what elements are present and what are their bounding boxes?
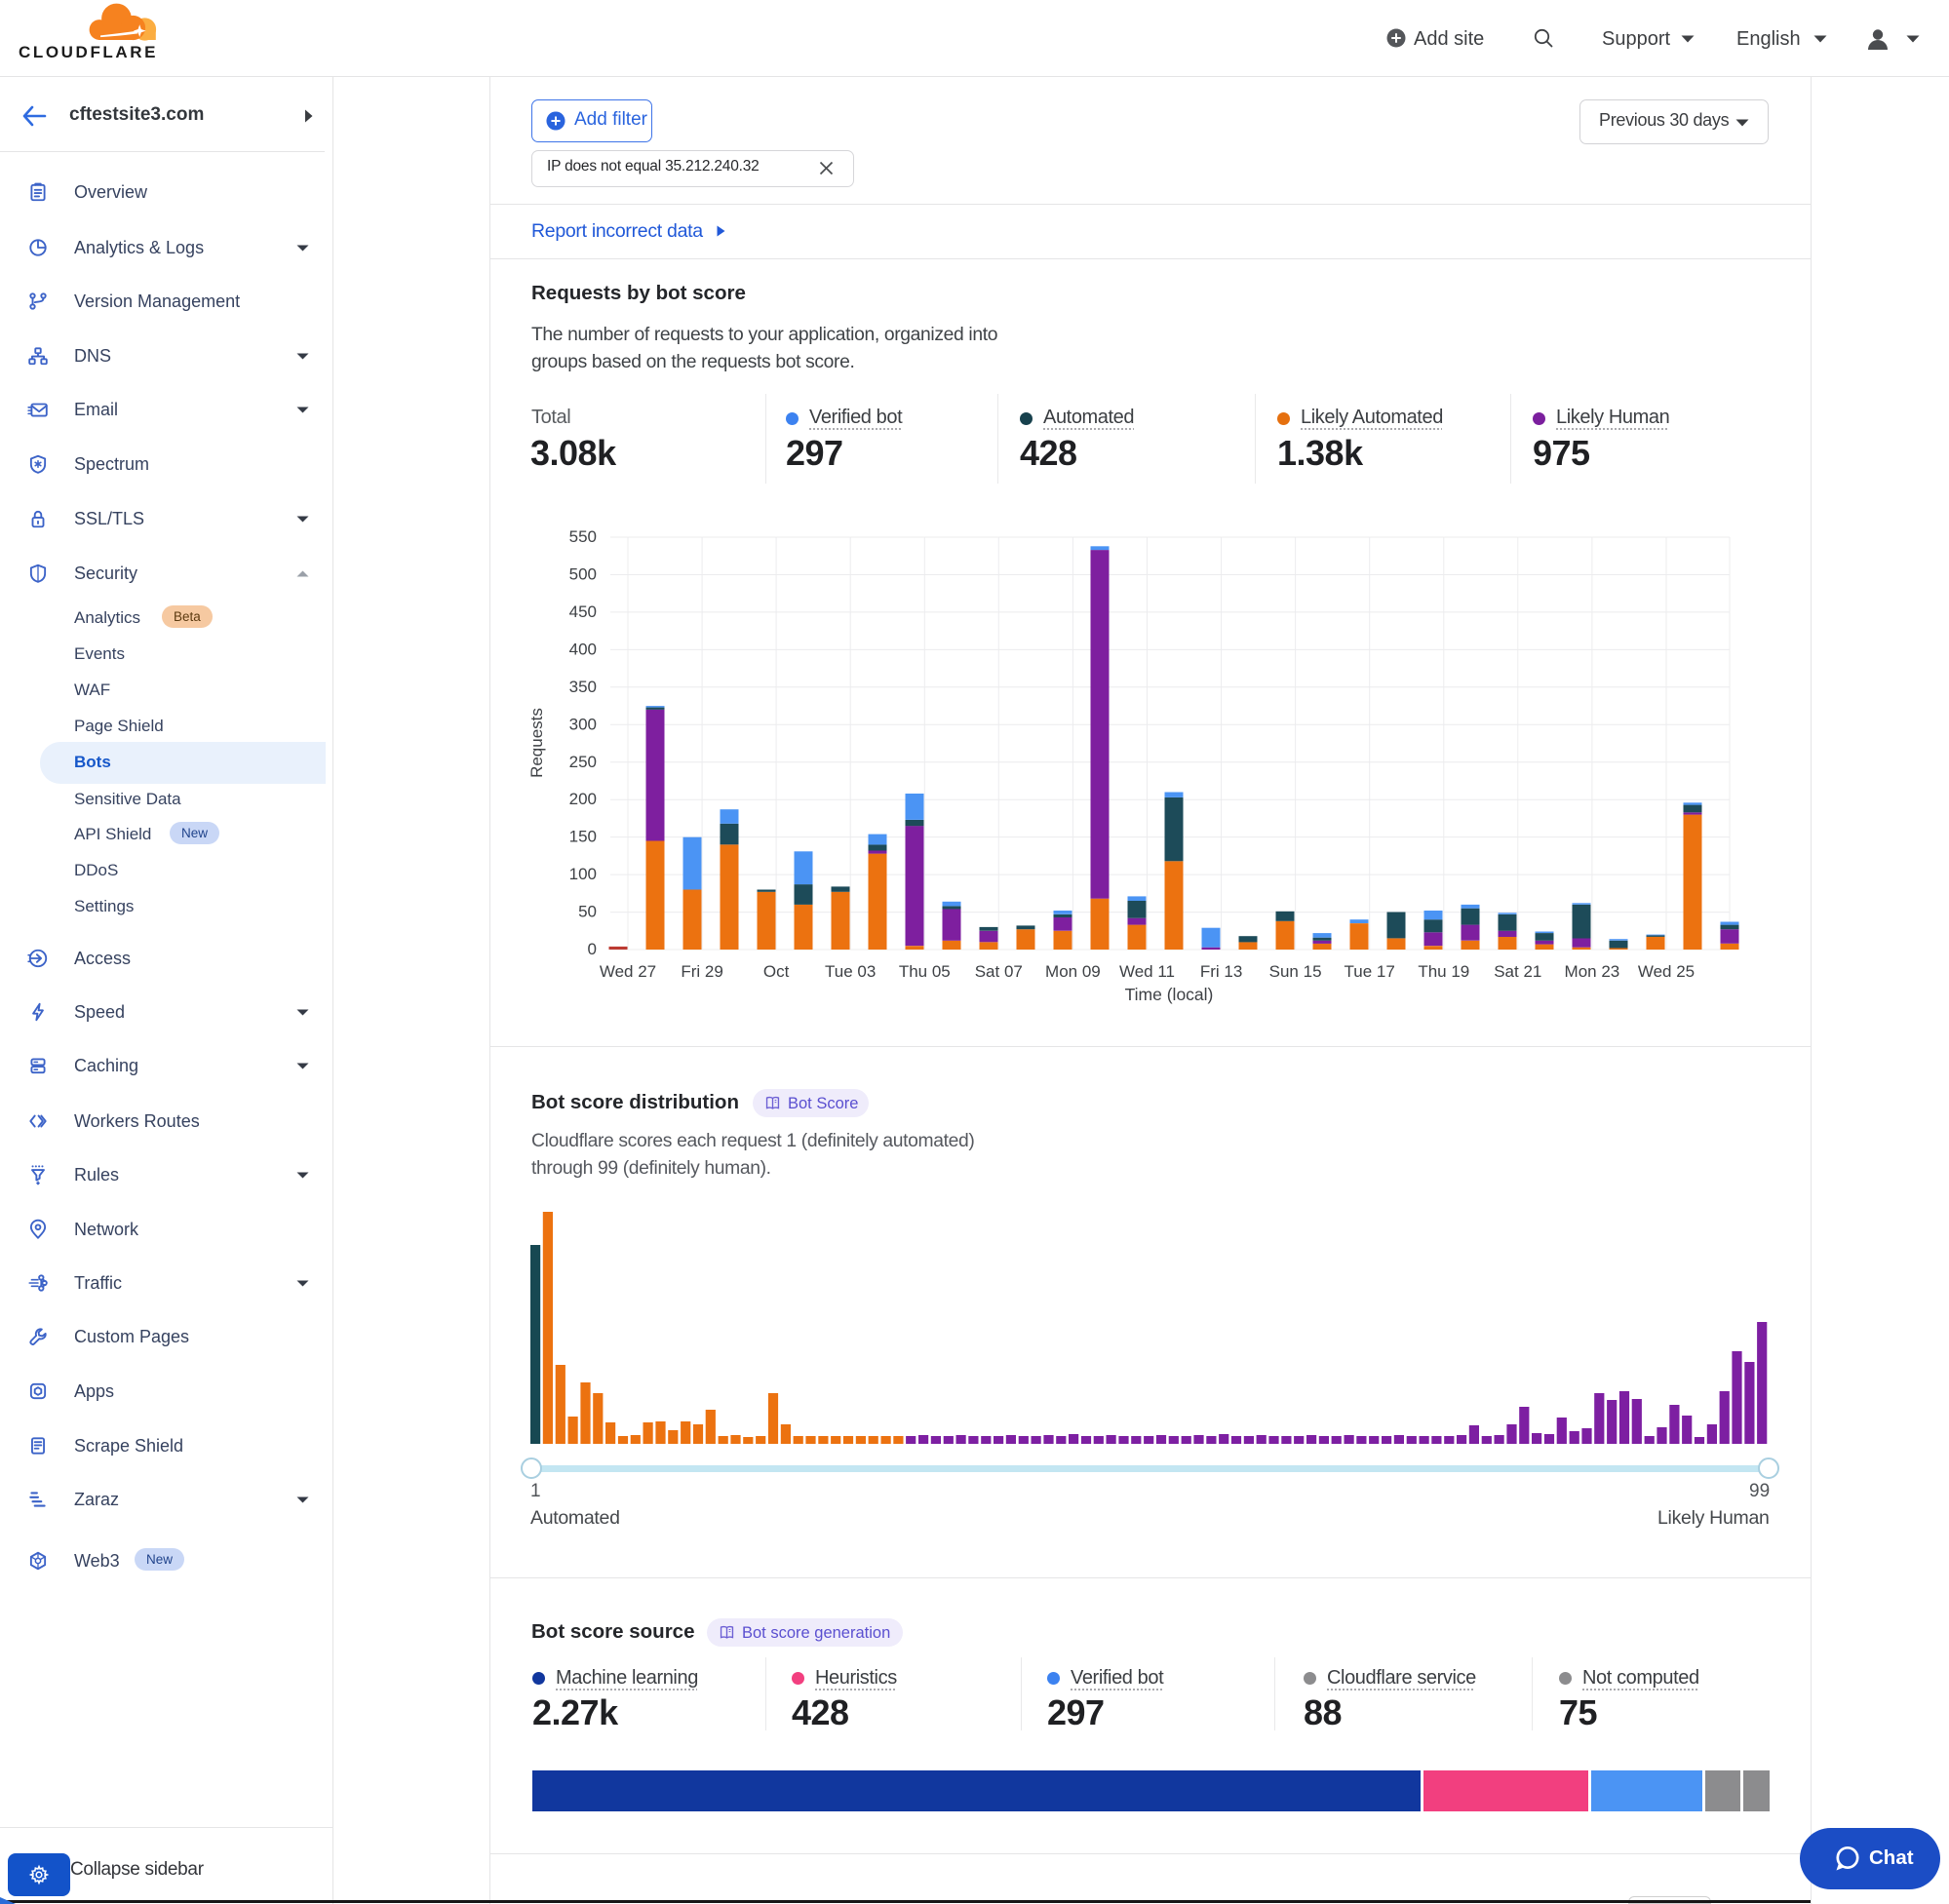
svg-text:Requests: Requests	[527, 708, 546, 778]
svg-text:200: 200	[569, 790, 597, 808]
svg-text:Tue 17: Tue 17	[1345, 962, 1395, 981]
svg-text:350: 350	[569, 678, 597, 696]
svg-text:Mon 23: Mon 23	[1565, 962, 1620, 981]
svg-text:450: 450	[569, 602, 597, 621]
svg-text:Wed 11: Wed 11	[1119, 962, 1175, 981]
svg-text:Sun 15: Sun 15	[1269, 962, 1322, 981]
svg-text:400: 400	[569, 640, 597, 658]
svg-text:Thu 19: Thu 19	[1418, 962, 1469, 981]
svg-text:150: 150	[569, 828, 597, 846]
svg-text:0: 0	[588, 940, 597, 958]
svg-text:Wed 25: Wed 25	[1638, 962, 1695, 981]
svg-text:Sat 07: Sat 07	[975, 962, 1023, 981]
svg-text:250: 250	[569, 753, 597, 771]
svg-text:Thu 05: Thu 05	[899, 962, 951, 981]
svg-text:50: 50	[578, 903, 597, 921]
svg-text:Fri 13: Fri 13	[1200, 962, 1242, 981]
svg-text:Oct: Oct	[763, 962, 790, 981]
svg-text:Wed 27: Wed 27	[600, 962, 656, 981]
svg-text:100: 100	[569, 865, 597, 883]
svg-text:500: 500	[569, 565, 597, 584]
svg-text:300: 300	[569, 715, 597, 733]
svg-text:Sat 21: Sat 21	[1494, 962, 1541, 981]
svg-text:550: 550	[569, 527, 597, 546]
svg-text:Mon 09: Mon 09	[1045, 962, 1101, 981]
svg-text:Time (local): Time (local)	[1125, 985, 1214, 1004]
svg-text:Tue 03: Tue 03	[825, 962, 876, 981]
svg-text:Fri 29: Fri 29	[681, 962, 722, 981]
